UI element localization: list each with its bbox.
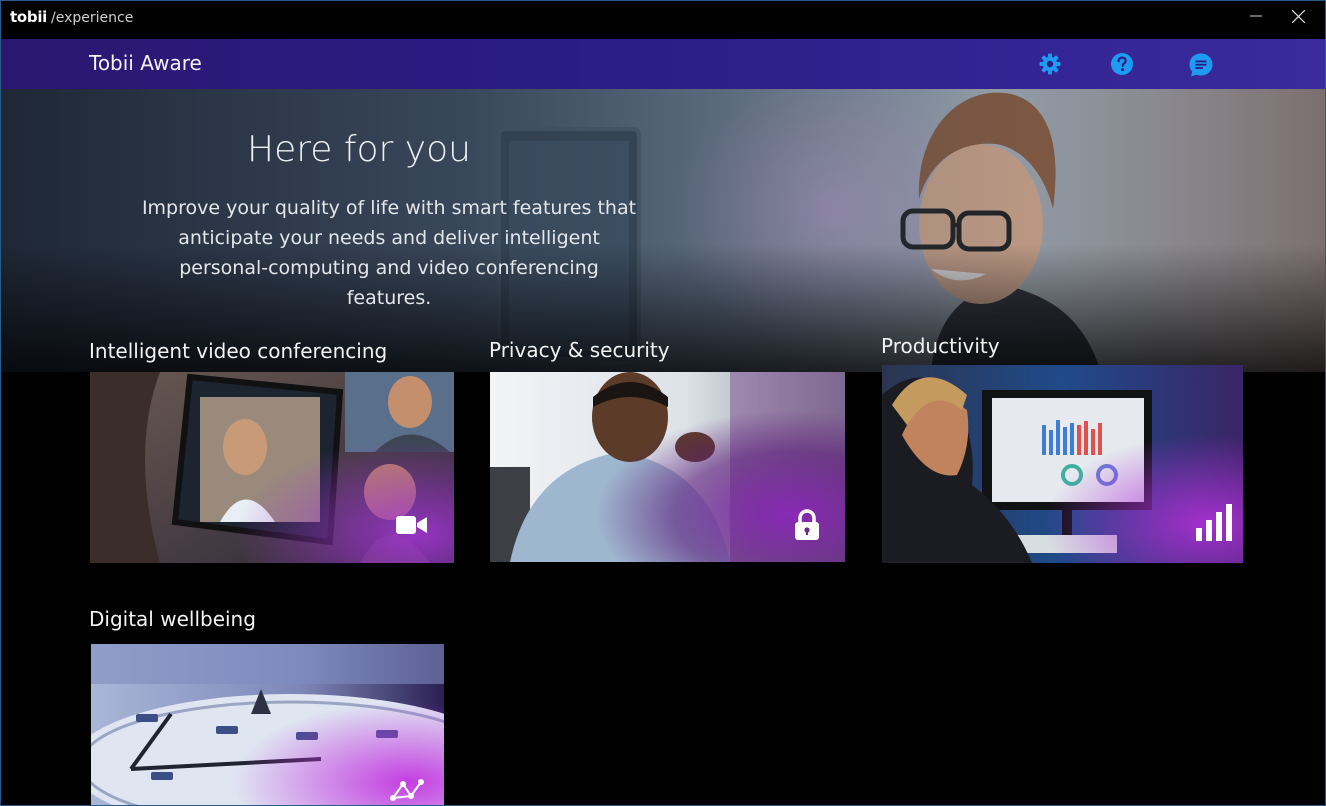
gear-icon <box>1039 53 1061 75</box>
hero-description: Improve your quality of life with smart … <box>141 197 637 309</box>
minimize-icon <box>1250 15 1262 17</box>
title-bar: tobii/experience <box>1 1 1325 35</box>
section-title-productivity: Productivity <box>881 334 1000 358</box>
app-title: Tobii Aware <box>89 51 202 75</box>
hero-banner: Here for you Improve your quality of lif… <box>1 89 1325 372</box>
card-video-conferencing[interactable] <box>90 372 454 563</box>
section-title-digital-wellbeing: Digital wellbeing <box>89 607 256 631</box>
card-productivity[interactable] <box>882 365 1243 563</box>
card-privacy-security[interactable] <box>490 372 845 562</box>
section-title-privacy-security: Privacy & security <box>489 338 670 362</box>
brand-logo: tobii <box>10 8 47 26</box>
app-header: Tobii Aware <box>1 39 1325 89</box>
close-button[interactable] <box>1275 1 1321 31</box>
help-button[interactable] <box>1110 52 1134 76</box>
privacy-security-image <box>490 372 845 562</box>
network-icon <box>390 779 424 801</box>
lock-icon <box>795 509 819 540</box>
chat-icon <box>1189 53 1213 77</box>
bar-chart-icon <box>1196 504 1232 541</box>
brand-subtitle: /experience <box>51 10 134 26</box>
close-icon <box>1291 9 1305 23</box>
section-title-video-conferencing: Intelligent video conferencing <box>89 339 388 363</box>
hero-title: Here for you <box>247 129 471 170</box>
app-window: tobii/experience Tobii Aware Here for yo… <box>0 0 1326 806</box>
video-camera-icon <box>396 516 427 534</box>
settings-button[interactable] <box>1038 52 1062 76</box>
minimize-button[interactable] <box>1233 1 1279 31</box>
app-brand: tobii/experience <box>10 8 133 27</box>
productivity-image <box>882 365 1243 563</box>
card-digital-wellbeing[interactable] <box>91 644 444 805</box>
feedback-button[interactable] <box>1188 52 1213 77</box>
help-icon <box>1111 53 1133 75</box>
